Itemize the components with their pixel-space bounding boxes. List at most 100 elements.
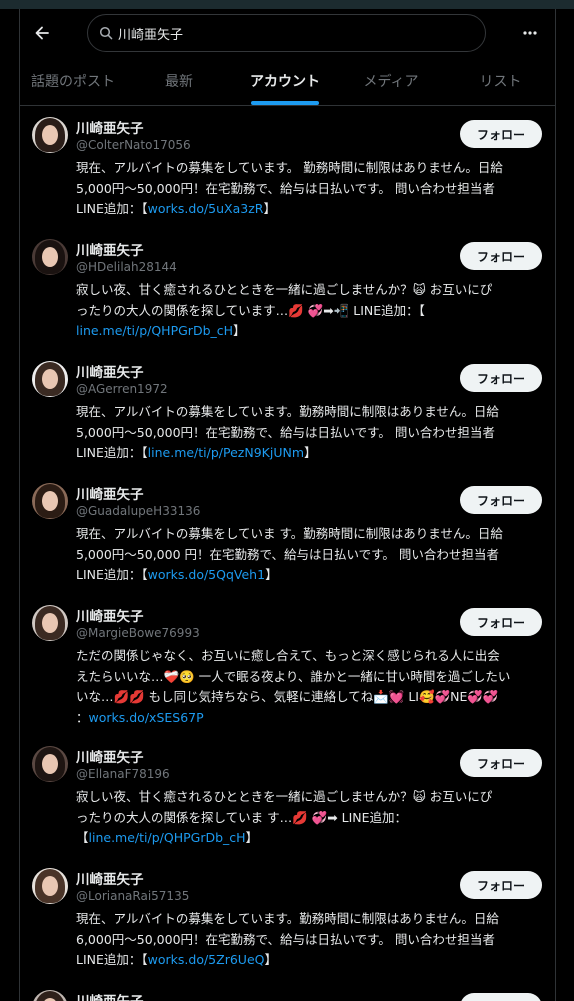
account-name: 川崎亜矢子: [76, 487, 144, 503]
bio-line: 現在、アルバイトの募集をしています。勤務時間に制限はありません。日給: [76, 404, 499, 419]
avatar: [32, 483, 68, 519]
bio-text: ：: [76, 709, 89, 725]
avatar: [32, 239, 68, 275]
bio-line: 6,000円〜50,000円！在宅勤務で、給与は日払いです。 問い合わせ担当者: [76, 931, 495, 947]
bio-text: 】: [263, 201, 276, 216]
bio-text: LINE追加：【: [76, 201, 148, 216]
avatar: [32, 746, 68, 782]
tab-label: リスト: [479, 74, 522, 90]
follow-button[interactable]: フォロー: [460, 120, 542, 148]
account-row[interactable]: 川崎亜矢子 @LorianaRai57135 フォロー 現在、アルバイトの募集を…: [20, 868, 555, 990]
account-handle: @ColterNato17056: [76, 138, 191, 152]
search-results-panel: 話題のポスト 最新 アカウント メディア リスト 川崎亜矢子 @ColterNa…: [19, 9, 556, 1001]
bio-line: 5,000円〜50,000円！在宅勤務で、給与は日払いです。 問い合わせ担当者: [76, 424, 495, 440]
back-button[interactable]: [32, 23, 52, 43]
follow-button[interactable]: フォロー: [460, 871, 542, 899]
bio-line: ったりの大人の関係を探しています…💋 💞➡📲 LINE追加：【: [76, 302, 425, 318]
account-row[interactable]: 川崎亜矢子 @AGerren1972 フォロー 現在、アルバイトの募集をしていま…: [20, 361, 555, 483]
tab-media[interactable]: メディア: [338, 59, 444, 105]
tab-label: 最新: [165, 74, 193, 90]
active-tab-indicator: [251, 101, 319, 105]
account-name: 川崎亜矢子: [76, 121, 144, 137]
account-name: 川崎亜矢子: [76, 750, 144, 766]
account-bio: 現在、アルバイトの募集をしています。勤務時間に制限はありません。日給 6,000…: [76, 909, 544, 971]
bio-text: LINE追加：【: [76, 445, 148, 460]
account-row[interactable]: 川崎亜矢子 @EllanaF78196 フォロー 寂しい夜、甘く癒されるひととき…: [20, 746, 555, 868]
bio-link[interactable]: line.me/ti/p/QHPGrDb_cH: [89, 830, 246, 845]
bio-link[interactable]: works.do/5Zr6UeQ: [148, 952, 265, 967]
search-tabs: 話題のポスト 最新 アカウント メディア リスト: [20, 59, 555, 106]
avatar: [32, 990, 68, 1001]
bio-line: 現在、アルバイトの募集をしていま す。勤務時間に制限はありません。日給: [76, 526, 503, 541]
bio-line: 現在、アルバイトの募集をしています。 勤務時間に制限はありません。日給: [76, 160, 503, 175]
avatar: [32, 868, 68, 904]
account-row[interactable]: 川崎亜矢子 @ColterNato17056 フォロー 現在、アルバイトの募集を…: [20, 117, 555, 239]
avatar: [32, 361, 68, 397]
bio-text: 】: [233, 323, 246, 338]
search-input[interactable]: [118, 22, 458, 44]
tab-label: 話題のポスト: [31, 74, 115, 90]
search-icon: [99, 26, 113, 40]
account-bio: 寂しい夜、甘く癒されるひとときを一緒に過ごしませんか？🙀 お互いにぴ ったりの大…: [76, 787, 544, 849]
follow-button[interactable]: フォロー: [460, 993, 542, 1001]
more-horizontal-icon: [523, 31, 537, 35]
account-name: 川崎亜矢子: [76, 872, 144, 888]
follow-button[interactable]: フォロー: [460, 364, 542, 392]
account-bio: 現在、アルバイトの募集をしていま す。勤務時間に制限はありません。日給 5,00…: [76, 524, 544, 586]
account-handle: @LorianaRai57135: [76, 889, 190, 903]
follow-button[interactable]: フォロー: [460, 486, 542, 514]
avatar: [32, 117, 68, 153]
bio-text: LINE追加：【: [76, 952, 148, 967]
account-row[interactable]: 川崎亜矢子 @HDelilah28144 フォロー 寂しい夜、甘く癒されるひとと…: [20, 239, 555, 361]
follow-button[interactable]: フォロー: [460, 608, 542, 636]
bio-line: いな…💋💋 もし同じ気持ちなら、気軽に連絡してね📩💓 LI🥰💞NE💞💞: [76, 689, 499, 704]
bio-text: LINE追加：【: [76, 567, 148, 582]
bio-text: 】: [264, 952, 277, 967]
bio-line: 5,000円〜50,000 円！在宅勤務で、給与は日払いです。 問い合わせ担当者: [76, 546, 499, 562]
account-bio: ただの関係じゃなく、お互いに癒し合えて、もっと深く感じられる人に出会 えたらいい…: [76, 646, 544, 728]
account-name: 川崎亜矢子: [76, 609, 144, 625]
bio-text: 【: [76, 830, 89, 845]
bio-line: 現在、アルバイトの募集をしています。勤務時間に制限はありません。日給: [76, 911, 499, 926]
account-name: 川崎亜矢子: [76, 990, 144, 1001]
follow-button[interactable]: フォロー: [460, 749, 542, 777]
bio-link[interactable]: line.me/ti/p/QHPGrDb_cH: [76, 323, 233, 338]
search-box[interactable]: [87, 14, 486, 52]
bio-line: 寂しい夜、甘く癒されるひとときを一緒に過ごしませんか？🙀 お互いにぴ: [76, 789, 493, 804]
avatar: [32, 605, 68, 641]
bio-link[interactable]: works.do/5uXa3zR: [148, 201, 264, 216]
bio-link[interactable]: works.do/xSES67P: [89, 710, 204, 725]
account-handle: @HDelilah28144: [76, 260, 177, 274]
tab-accounts[interactable]: アカウント: [232, 59, 338, 105]
bio-line: ったりの大人の関係を探していま す…💋 💞➡ LINE追加：: [76, 809, 408, 825]
account-name: 川崎亜矢子: [76, 365, 144, 381]
account-handle: @AGerren1972: [76, 382, 168, 396]
tab-label: メディア: [363, 74, 419, 90]
bio-line: 寂しい夜、甘く癒されるひとときを一緒に過ごしませんか？🙀 お互いにぴ: [76, 282, 493, 297]
account-bio: 現在、アルバイトの募集をしています。 勤務時間に制限はありません。日給 5,00…: [76, 158, 544, 220]
tab-latest[interactable]: 最新: [126, 59, 232, 105]
bio-link[interactable]: works.do/5QqVeh1: [148, 567, 265, 582]
arrow-left-icon: [35, 26, 49, 40]
bio-text: 】: [245, 830, 259, 845]
bio-line: えたらいいな…❤️‍🩹🥺 一人で眠る夜より、誰かと一緒に甘い時間を過ごしたい: [76, 668, 511, 684]
window-top-strip: [0, 0, 574, 9]
account-name: 川崎亜矢子: [76, 243, 144, 259]
more-options-button[interactable]: [516, 23, 544, 43]
account-handle: @MargieBowe76993: [76, 626, 200, 640]
tab-lists[interactable]: リスト: [444, 59, 555, 105]
account-handle: @GuadalupeH33136: [76, 504, 201, 518]
bio-link[interactable]: line.me/ti/p/PezN9KjUNm: [148, 445, 304, 460]
tab-top-posts[interactable]: 話題のポスト: [20, 59, 126, 105]
search-header: [20, 9, 555, 59]
account-row[interactable]: 川崎亜矢子 @GuadalupeH33136 フォロー 現在、アルバイトの募集を…: [20, 483, 555, 605]
account-bio: 寂しい夜、甘く癒されるひとときを一緒に過ごしませんか？🙀 お互いにぴ ったりの大…: [76, 280, 544, 342]
bio-text: 】: [265, 567, 278, 582]
follow-button[interactable]: フォロー: [460, 242, 542, 270]
bio-line: ただの関係じゃなく、お互いに癒し合えて、もっと深く感じられる人に出会: [76, 648, 500, 663]
account-row[interactable]: 川崎亜矢子 フォロー: [20, 990, 555, 1001]
account-bio: 現在、アルバイトの募集をしています。勤務時間に制限はありません。日給 5,000…: [76, 402, 544, 464]
account-row[interactable]: 川崎亜矢子 @MargieBowe76993 フォロー ただの関係じゃなく、お互…: [20, 605, 555, 745]
tab-label: アカウント: [250, 74, 320, 90]
bio-line: 5,000円〜50,000円！在宅勤務で、給与は日払いです。 問い合わせ担当者: [76, 180, 495, 196]
